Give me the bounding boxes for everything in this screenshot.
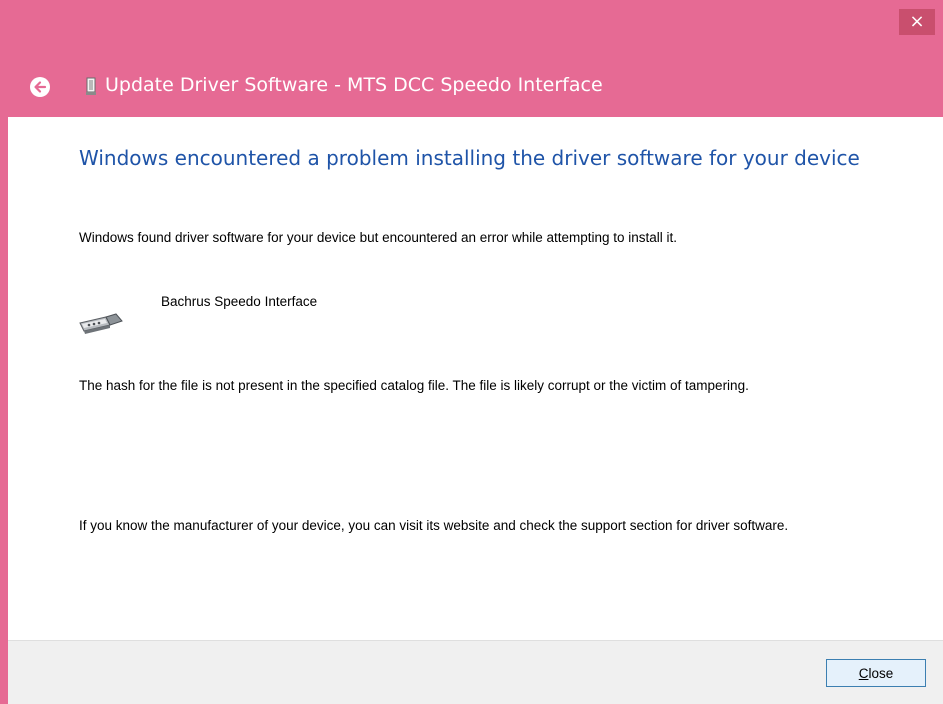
close-button-mnemonic: C xyxy=(858,665,869,681)
device-icon xyxy=(86,77,96,95)
page-title: Windows encountered a problem installing… xyxy=(79,146,860,170)
back-arrow-icon xyxy=(34,81,47,93)
help-text: If you know the manufacturer of your dev… xyxy=(79,518,789,533)
close-button-label: lose xyxy=(868,665,894,681)
window-title: Update Driver Software - MTS DCC Speedo … xyxy=(105,74,603,96)
back-button[interactable] xyxy=(30,77,50,97)
device-name: Bachrus Speedo Interface xyxy=(161,294,318,309)
dialog-footer: Close xyxy=(8,640,943,704)
error-detail-text: The hash for the file is not present in … xyxy=(79,378,749,393)
usb-device-icon xyxy=(79,313,123,334)
dialog-window: × Update Driver Software - MTS DCC Speed… xyxy=(0,0,943,704)
content-area: Windows encountered a problem installing… xyxy=(8,117,943,640)
intro-text: Windows found driver software for your d… xyxy=(79,230,678,245)
close-button[interactable]: Close xyxy=(826,659,926,687)
window-close-button[interactable]: × xyxy=(899,9,935,35)
close-icon: × xyxy=(909,11,925,32)
